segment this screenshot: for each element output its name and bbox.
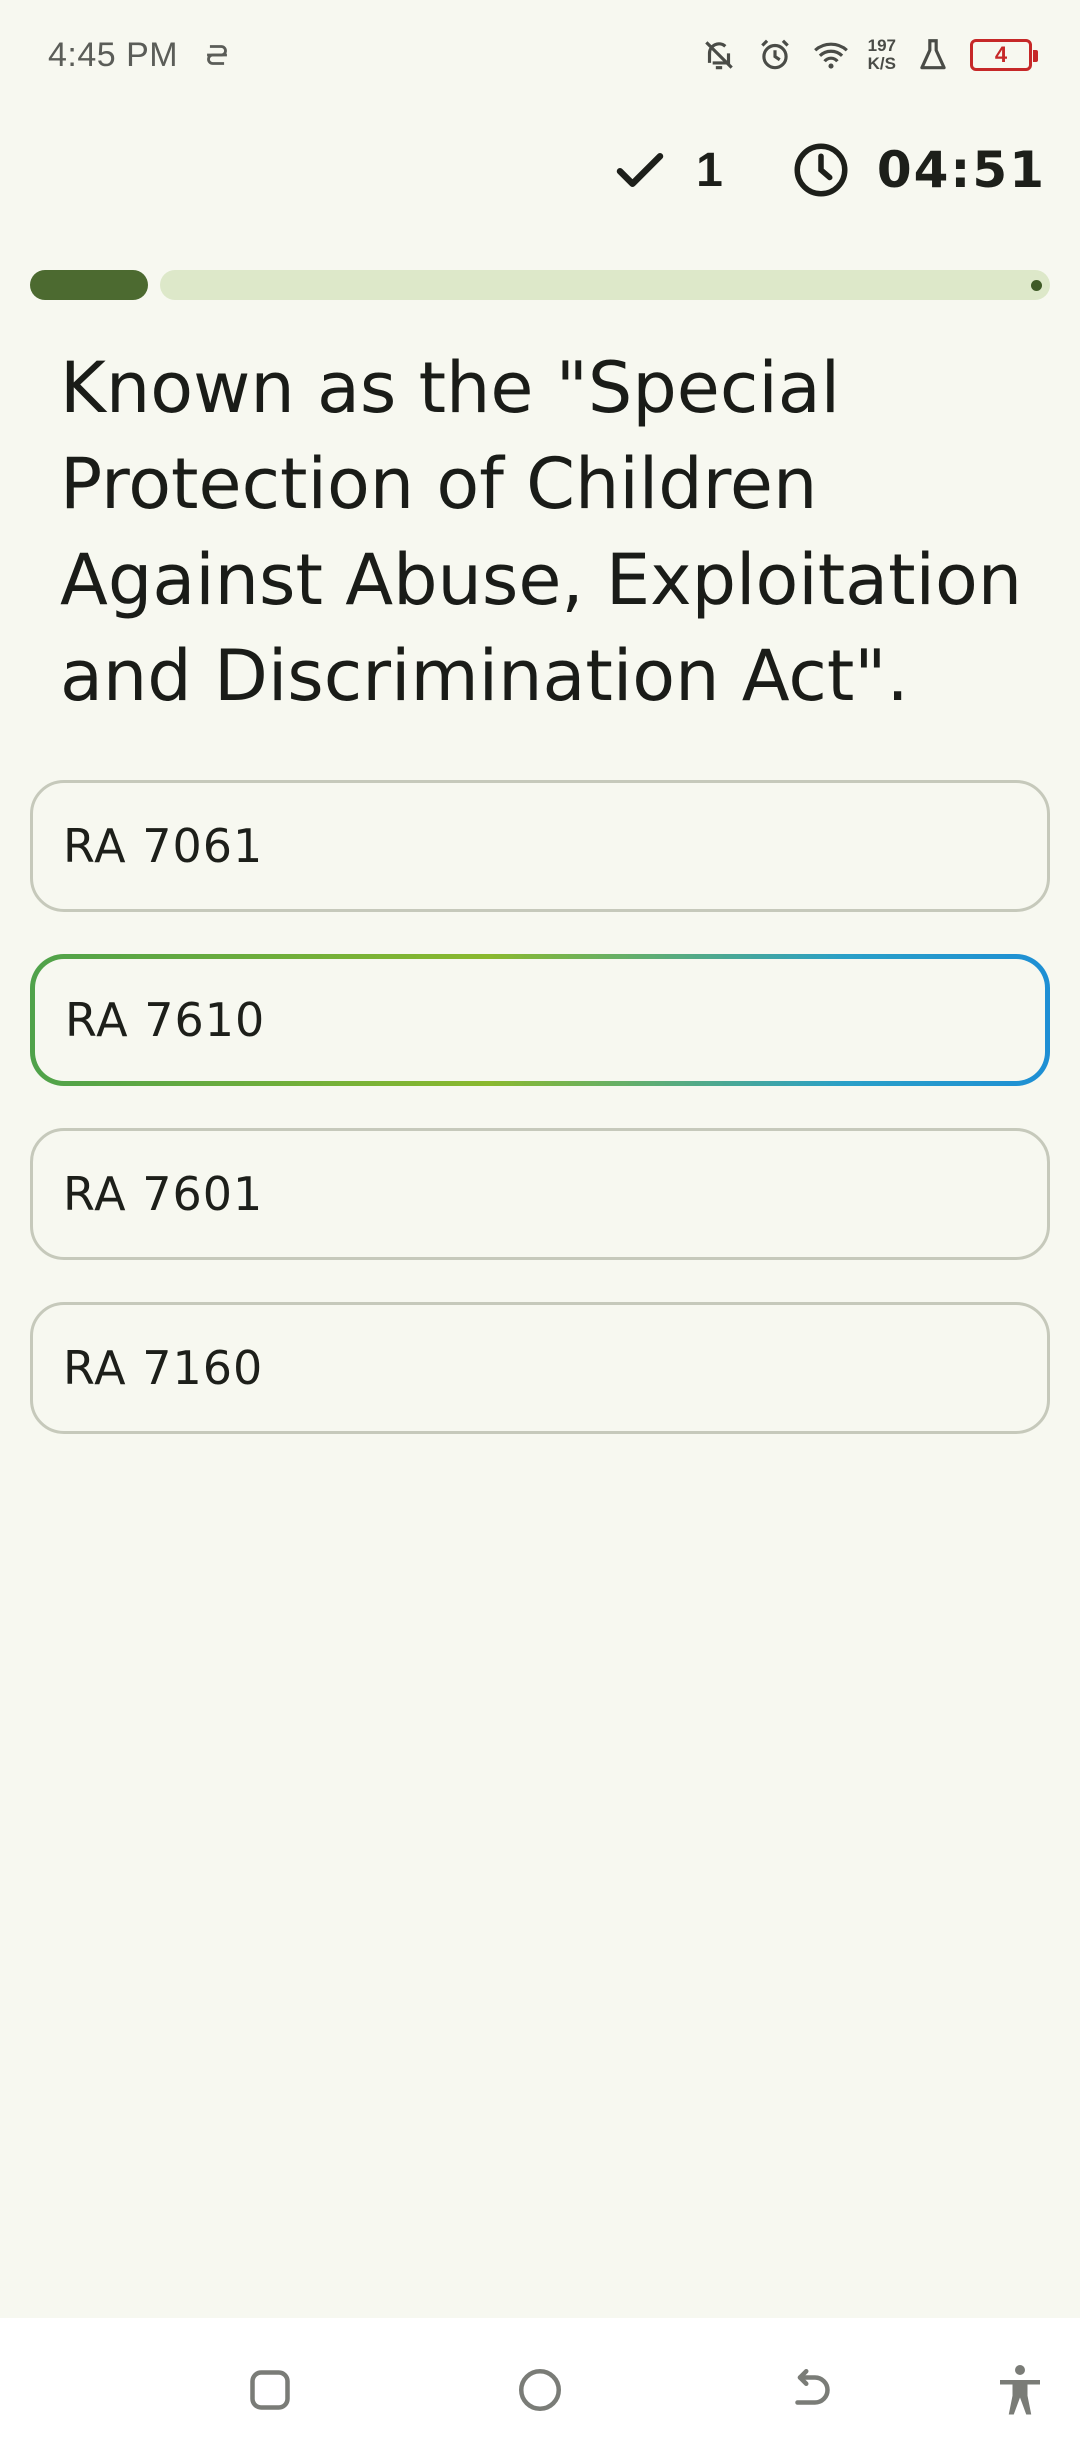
progress-track xyxy=(160,270,1050,300)
option-label: RA 7601 xyxy=(63,1167,264,1221)
check-icon xyxy=(616,153,664,187)
battery-icon: 4 xyxy=(970,39,1038,71)
net-speed-value: 197 xyxy=(867,36,896,55)
clock-icon xyxy=(794,143,848,197)
option-label: RA 7160 xyxy=(63,1341,264,1395)
progress-end-dot xyxy=(1031,280,1042,291)
status-bar: 4:45 PM 197 K/S 4 xyxy=(0,0,1080,110)
accessibility-icon xyxy=(1000,2365,1040,2415)
alarm-icon xyxy=(760,39,789,70)
wifi-icon xyxy=(813,42,848,69)
option-label: RA 7610 xyxy=(65,993,266,1047)
quiz-progress-bar xyxy=(30,270,1050,300)
status-icons: 197 K/S 4 xyxy=(700,36,1038,74)
bell-off-icon xyxy=(704,41,733,70)
home-button[interactable] xyxy=(510,2360,570,2420)
answer-option-1[interactable]: RA 7061 xyxy=(30,780,1050,912)
system-nav-bar xyxy=(0,2318,1080,2460)
question-text: Known as the "Special Protection of Chil… xyxy=(60,347,1023,717)
correct-counter: 1 xyxy=(610,140,723,200)
net-speed-unit: K/S xyxy=(867,54,896,73)
answer-option-4[interactable]: RA 7160 xyxy=(30,1302,1050,1434)
timer-value: 04:51 xyxy=(876,141,1046,199)
answer-option-2[interactable]: RA 7610 xyxy=(30,954,1050,1086)
battery-level: 4 xyxy=(994,42,1008,67)
correct-count: 1 xyxy=(696,143,723,197)
quiz-timer: 04:51 xyxy=(791,140,1046,200)
recent-apps-button[interactable] xyxy=(240,2360,300,2420)
back-icon xyxy=(795,2369,830,2405)
net-speed: 197 K/S xyxy=(868,37,896,73)
option-label: RA 7061 xyxy=(63,819,264,873)
sync-icon xyxy=(207,45,228,65)
back-button[interactable] xyxy=(780,2360,840,2420)
status-time: 4:45 PM xyxy=(48,35,179,74)
accessibility-button[interactable] xyxy=(990,2360,1050,2420)
recent-apps-icon xyxy=(250,2370,290,2410)
home-icon xyxy=(519,2369,561,2411)
progress-fill xyxy=(30,270,148,300)
lab-flask-icon xyxy=(920,39,946,70)
answer-options: RA 7061 RA 7610 RA 7601 RA 7160 xyxy=(30,780,1050,1476)
answer-option-3[interactable]: RA 7601 xyxy=(30,1128,1050,1260)
quiz-header: 1 04:51 xyxy=(610,130,1046,210)
